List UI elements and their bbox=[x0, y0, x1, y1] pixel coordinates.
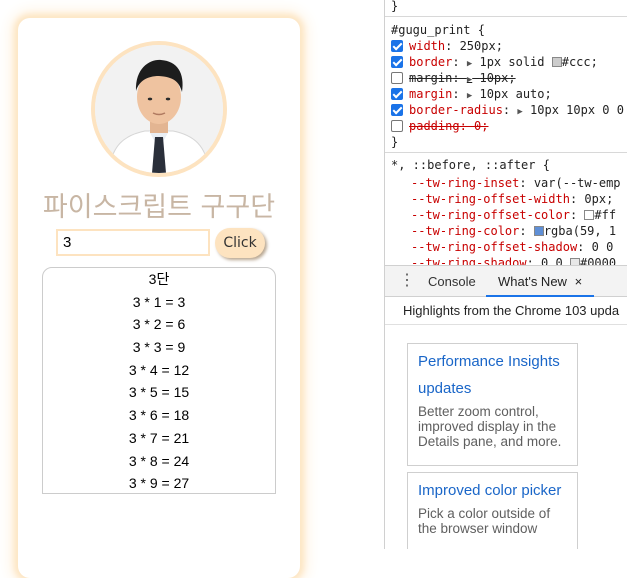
tab-whats-new-label[interactable]: What's New bbox=[498, 274, 567, 289]
feature-title-link[interactable]: Performance Insights updates bbox=[418, 348, 567, 402]
result-line: 3 * 7 = 21 bbox=[128, 429, 190, 446]
result-line: 3 * 3 = 9 bbox=[132, 339, 186, 356]
declaration-checkbox[interactable] bbox=[391, 56, 403, 68]
variable-name[interactable]: --tw-ring-inset bbox=[411, 176, 519, 190]
property-value[interactable]: 10px; bbox=[479, 71, 515, 85]
click-button[interactable]: Click bbox=[215, 228, 265, 258]
variable-name[interactable]: --tw-ring-color bbox=[411, 224, 519, 238]
property-value[interactable]: 10px auto; bbox=[479, 87, 551, 101]
result-line: 3 * 2 = 6 bbox=[132, 316, 186, 333]
css-declaration[interactable]: margin: ▶ 10px; bbox=[391, 70, 516, 86]
css-declaration[interactable]: width: 250px; bbox=[391, 38, 503, 54]
property-value-color[interactable]: #ccc; bbox=[562, 55, 598, 69]
dan-number-input[interactable] bbox=[56, 229, 210, 256]
css-variable[interactable]: --tw-ring-inset: var(--tw-emp bbox=[411, 175, 621, 191]
color-swatch[interactable] bbox=[533, 226, 544, 236]
css-declaration[interactable]: margin: ▶ 10px auto; bbox=[391, 86, 552, 102]
result-heading: 3단 bbox=[148, 271, 170, 287]
css-declaration[interactable]: border: ▶ 1px solid #ccc; bbox=[391, 54, 598, 70]
feature-description: Pick a color outside of the browser wind… bbox=[418, 506, 551, 536]
result-line: 3 * 5 = 15 bbox=[128, 384, 190, 401]
css-variable[interactable]: --tw-ring-offset-shadow: 0 0 bbox=[411, 239, 613, 255]
universal-selector[interactable]: *, ::before, ::after { bbox=[391, 157, 550, 173]
page-title: 파이스크립트 구구단 bbox=[42, 192, 276, 223]
variable-value[interactable]: #ff bbox=[594, 208, 616, 222]
variable-value[interactable]: 0 0 bbox=[592, 240, 614, 254]
rule-divider bbox=[385, 16, 627, 17]
profile-avatar bbox=[91, 41, 227, 177]
feature-card[interactable]: Performance Insights updates Better zoom… bbox=[407, 343, 578, 466]
more-options-icon[interactable]: ⋮ bbox=[399, 272, 415, 290]
variable-value[interactable]: rgba(59, 1 bbox=[544, 224, 616, 238]
declaration-checkbox[interactable] bbox=[391, 120, 403, 132]
tab-whats-new[interactable]: What's New × bbox=[486, 266, 595, 297]
color-swatch[interactable] bbox=[551, 57, 562, 67]
declaration-checkbox[interactable] bbox=[391, 40, 403, 52]
rule-divider bbox=[385, 152, 627, 153]
devtools-panel: } #gugu_print { width: 250px; border: ▶ … bbox=[384, 0, 627, 549]
result-line: 3 * 9 = 27 bbox=[128, 475, 190, 492]
result-line: 3 * 6 = 18 bbox=[128, 407, 190, 424]
property-name[interactable]: margin bbox=[409, 71, 452, 85]
property-value[interactable]: 10px 10px 0 0 bbox=[530, 103, 624, 117]
highlights-divider bbox=[385, 324, 627, 325]
result-line: 3 * 8 = 24 bbox=[128, 452, 190, 469]
result-line: 3 * 1 = 3 bbox=[132, 293, 186, 310]
tab-console[interactable]: Console bbox=[428, 266, 476, 297]
property-name[interactable]: border-radius bbox=[409, 103, 503, 117]
rule-close-brace: } bbox=[391, 0, 399, 13]
property-name[interactable]: padding bbox=[409, 119, 460, 133]
property-name[interactable]: margin bbox=[409, 87, 452, 101]
expand-triangle-icon[interactable]: ▶ bbox=[467, 91, 472, 101]
variable-name[interactable]: --tw-ring-offset-shadow bbox=[411, 240, 577, 254]
result-line: 3 * 4 = 12 bbox=[128, 361, 190, 378]
css-declaration[interactable]: border-radius: ▶ 10px 10px 0 0 bbox=[391, 102, 624, 118]
declaration-checkbox[interactable] bbox=[391, 88, 403, 100]
variable-name[interactable]: --tw-ring-offset-color bbox=[411, 208, 570, 222]
highlights-heading: Highlights from the Chrome 103 upda bbox=[403, 303, 620, 318]
declaration-checkbox[interactable] bbox=[391, 104, 403, 116]
rule-close-brace: } bbox=[391, 135, 399, 149]
css-variable[interactable]: --tw-ring-offset-width: 0px; bbox=[411, 191, 613, 207]
variable-value[interactable]: 0px; bbox=[584, 192, 613, 206]
css-variable[interactable]: --tw-ring-color: rgba(59, 1 bbox=[411, 223, 616, 239]
property-name[interactable]: width bbox=[409, 39, 445, 53]
property-value[interactable]: 1px solid bbox=[479, 55, 544, 69]
profile-photo bbox=[95, 45, 223, 173]
declaration-checkbox[interactable] bbox=[391, 72, 403, 84]
drawer-tab-bar: ⋮ Console What's New × bbox=[385, 265, 627, 297]
variable-value[interactable]: var(--tw-emp bbox=[534, 176, 621, 190]
css-selector[interactable]: #gugu_print { bbox=[391, 22, 485, 38]
feature-title-link[interactable]: Improved color picker bbox=[418, 477, 567, 504]
close-icon[interactable]: × bbox=[575, 274, 583, 289]
property-name[interactable]: border bbox=[409, 55, 452, 69]
gugu-result-box: 3단 3 * 1 = 3 3 * 2 = 6 3 * 3 = 9 3 * 4 =… bbox=[42, 267, 276, 494]
color-swatch[interactable] bbox=[584, 210, 595, 220]
feature-description: Better zoom control, improved display in… bbox=[418, 404, 562, 449]
expand-triangle-icon[interactable]: ▶ bbox=[467, 75, 472, 85]
variable-name[interactable]: --tw-ring-offset-width bbox=[411, 192, 570, 206]
expand-triangle-icon[interactable]: ▶ bbox=[517, 107, 522, 117]
feature-card[interactable]: Improved color picker Pick a color outsi… bbox=[407, 472, 578, 549]
expand-triangle-icon[interactable]: ▶ bbox=[467, 59, 472, 69]
css-variable[interactable]: --tw-ring-offset-color: #ff bbox=[411, 207, 616, 223]
css-declaration[interactable]: padding: 0; bbox=[391, 118, 488, 134]
property-value[interactable]: 0; bbox=[474, 119, 488, 133]
property-value[interactable]: 250px; bbox=[460, 39, 503, 53]
